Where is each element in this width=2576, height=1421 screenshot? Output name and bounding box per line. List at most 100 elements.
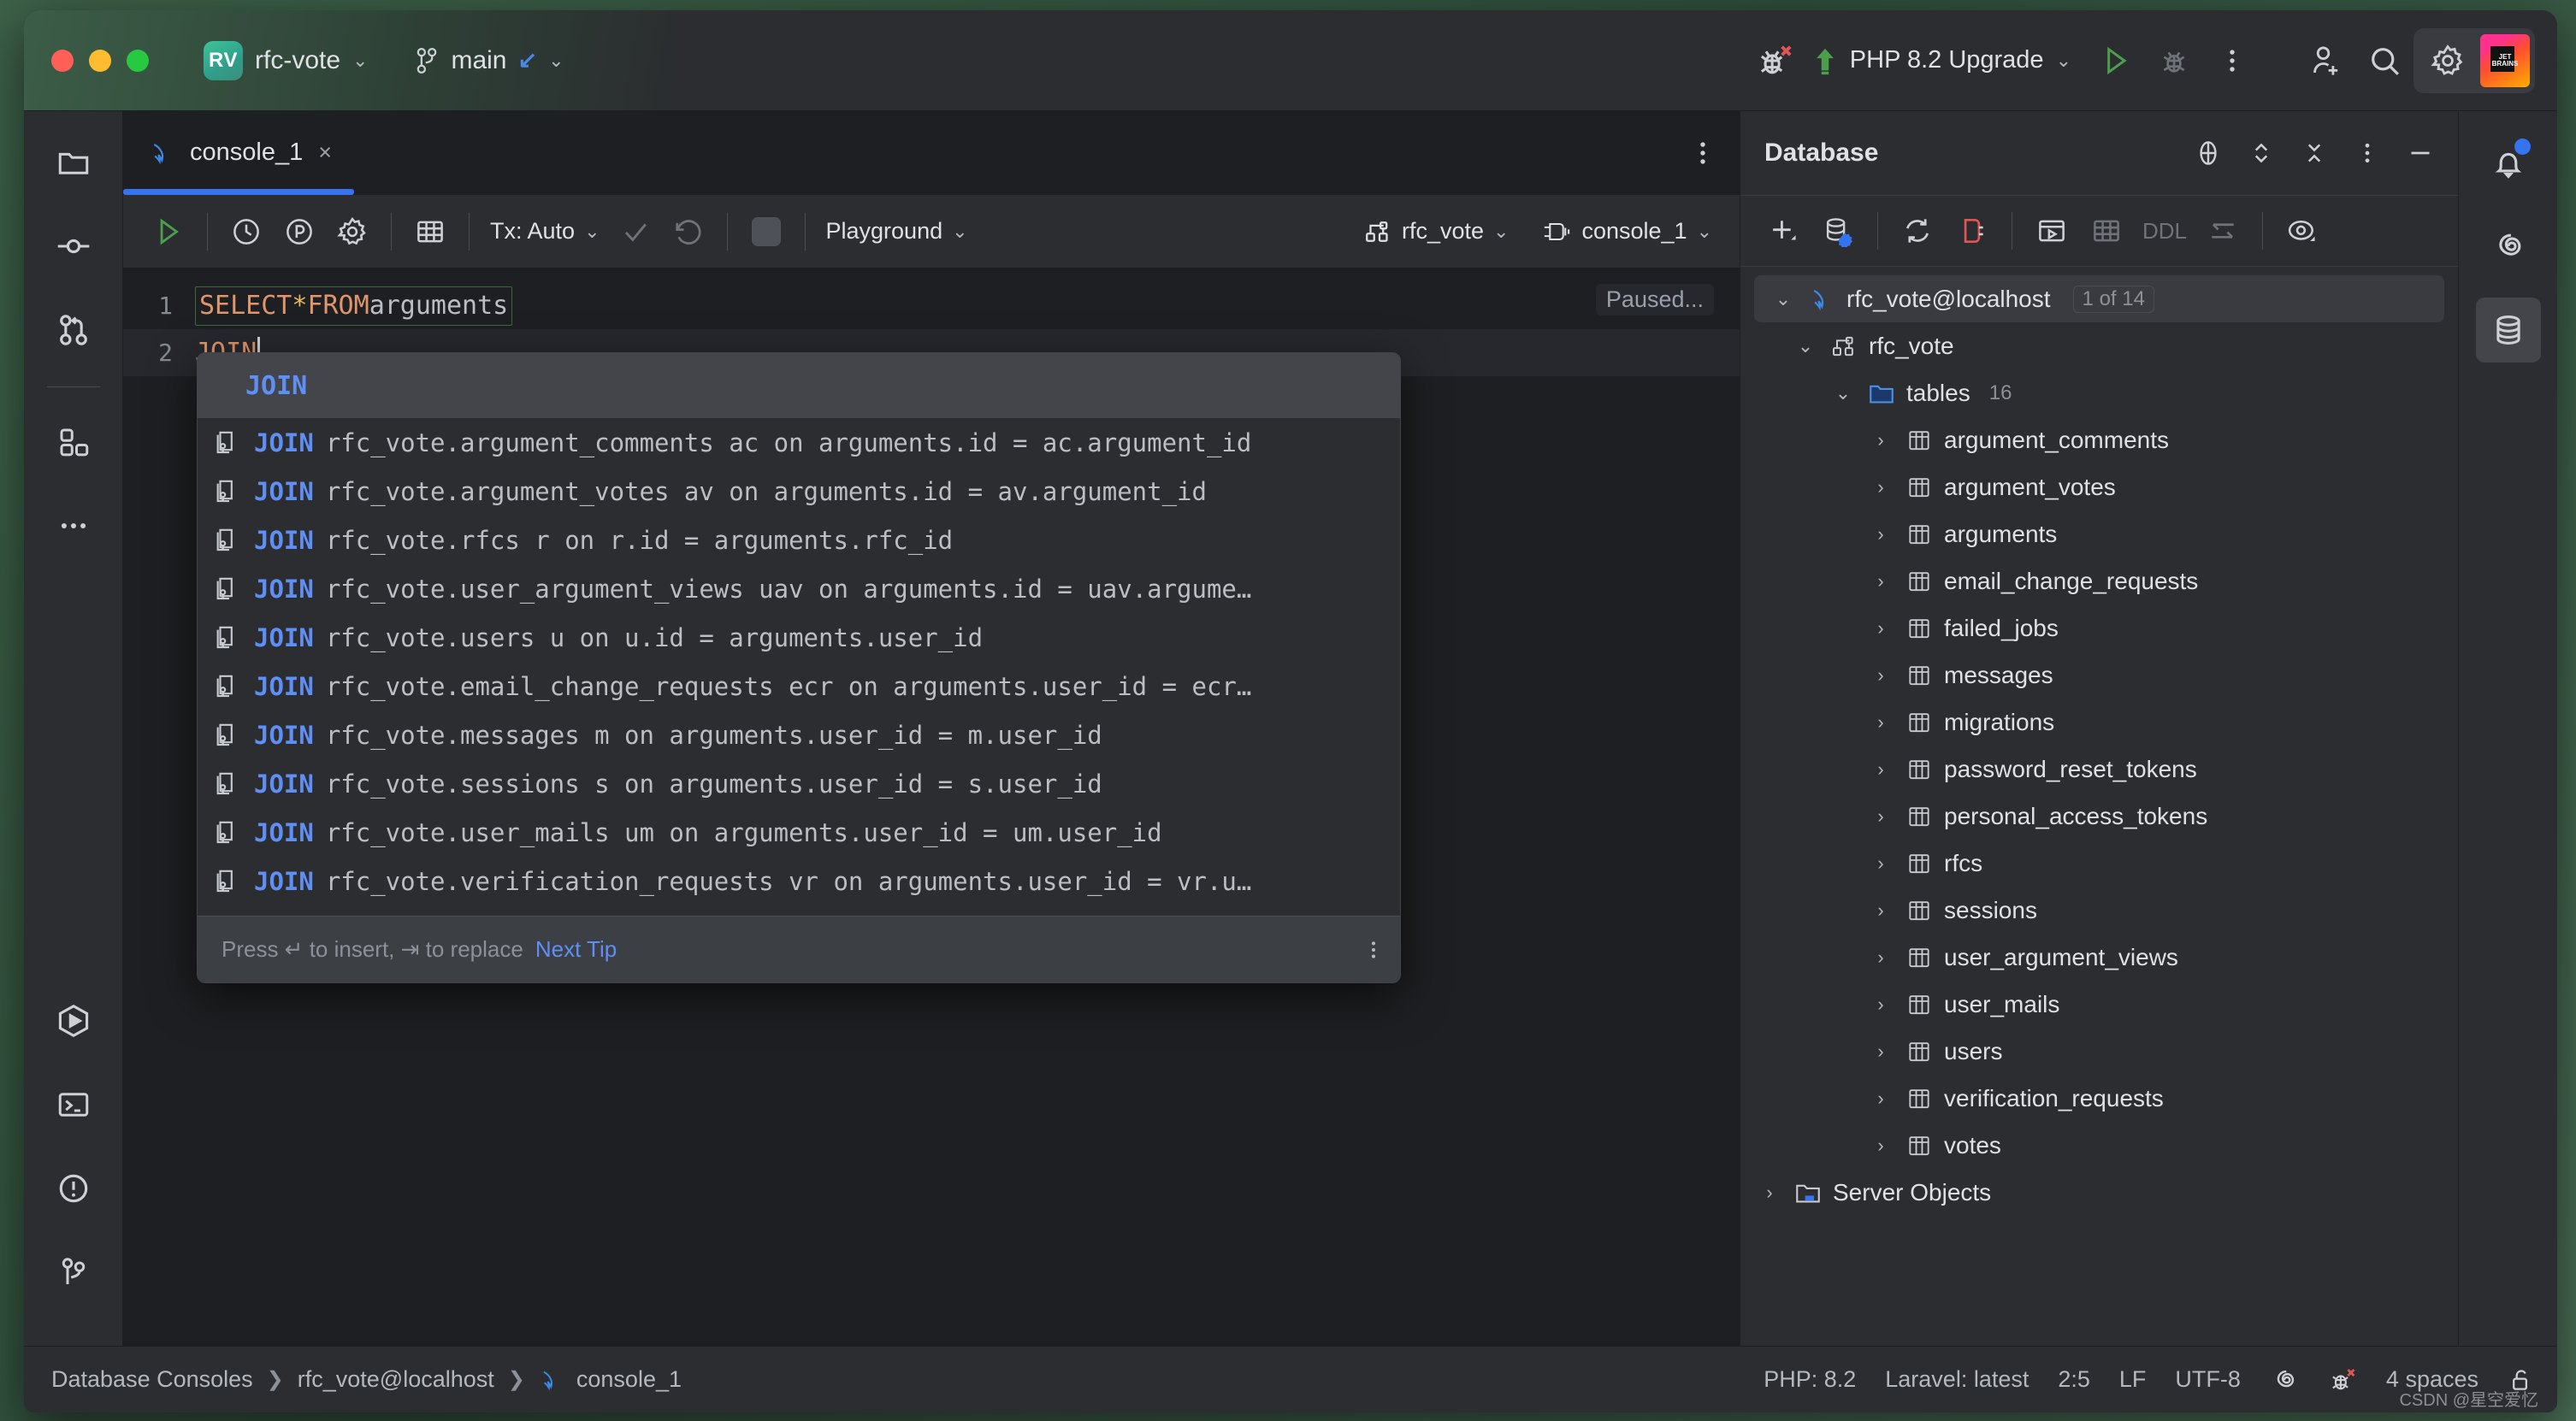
branch-selector[interactable]: main ↙ ⌄ [414, 46, 564, 75]
tree-node-table[interactable]: › sessions [1740, 887, 2458, 934]
session-selector[interactable]: console_1 ⌄ [1533, 218, 1721, 245]
tree-node-table[interactable]: › migrations [1740, 699, 2458, 746]
chevron-right-icon[interactable]: › [1867, 617, 1894, 640]
chevron-down-icon[interactable]: ⌄ [1770, 288, 1797, 310]
tree-node-table[interactable]: › user_mails [1740, 981, 2458, 1028]
breadcrumb-item-1[interactable]: rfc_vote@localhost [298, 1366, 494, 1393]
close-icon[interactable]: × [318, 139, 332, 166]
tree-node-server-objects[interactable]: › Server Objects [1740, 1169, 2458, 1216]
tree-node-table[interactable]: › argument_comments [1740, 416, 2458, 463]
more-vertical-icon[interactable] [2342, 127, 2393, 179]
completion-item[interactable]: JOIN rfc_vote.rfcs r on r.id = arguments… [198, 516, 1400, 564]
search-icon[interactable] [2355, 32, 2414, 90]
php-version[interactable]: PHP: 8.2 [1764, 1366, 1856, 1393]
transaction-mode-selector[interactable]: Tx: Auto ⌄ [482, 218, 609, 245]
close-window-button[interactable] [51, 49, 74, 72]
chevron-right-icon[interactable]: › [1867, 476, 1894, 498]
sidebar-item-plugins[interactable] [41, 410, 106, 475]
tab-console_1[interactable]: console_1 × [123, 111, 354, 195]
completion-item[interactable]: JOIN rfc_vote.verification_requests vr o… [198, 857, 1400, 905]
tree-node-table[interactable]: › personal_access_tokens [1740, 793, 2458, 840]
sidebar-item-project[interactable] [41, 130, 106, 195]
breadcrumb-item-0[interactable]: Database Consoles [51, 1366, 253, 1393]
chevron-right-icon[interactable]: › [1867, 711, 1894, 734]
tree-node-table[interactable]: › users [1740, 1028, 2458, 1075]
chevron-right-icon[interactable]: › [1867, 852, 1894, 875]
table-icon[interactable] [2079, 203, 2134, 258]
tree-node-table[interactable]: › user_argument_views [1740, 934, 2458, 981]
caret-position[interactable]: 2:5 [2058, 1366, 2090, 1393]
tree-node-table[interactable]: › rfcs [1740, 840, 2458, 887]
code-completion-popup[interactable]: JOIN JOIN rfc_vote.argument_comments ac … [197, 352, 1401, 983]
sidebar-item-problems[interactable] [41, 1156, 106, 1221]
breadcrumb-item-2[interactable]: console_1 [576, 1366, 682, 1393]
collapse-all-icon[interactable] [2289, 127, 2340, 179]
schema-selector[interactable]: Playground ⌄ [818, 218, 977, 245]
more-vertical-icon[interactable] [2203, 32, 2261, 90]
add-icon[interactable] [1756, 203, 1811, 258]
tree-node-table[interactable]: › password_reset_tokens [1740, 746, 2458, 793]
jetbrains-icon[interactable]: JET BRAINS [2480, 33, 2530, 87]
tree-node-table[interactable]: › messages [1740, 652, 2458, 699]
completion-item[interactable]: JOIN rfc_vote.user_argument_views uav on… [198, 564, 1400, 613]
completion-item-list[interactable]: JOIN rfc_vote.argument_comments ac on ar… [198, 418, 1400, 916]
tree-node-table[interactable]: › arguments [1740, 510, 2458, 557]
run-configuration-selector[interactable]: PHP 8.2 Upgrade ⌄ [1812, 46, 2071, 75]
stop-icon[interactable] [740, 205, 793, 258]
bug-x-icon[interactable] [2328, 1365, 2357, 1394]
completion-item[interactable]: JOIN rfc_vote.messages m on arguments.us… [198, 710, 1400, 759]
tree-node-schema[interactable]: ⌄ rfc_vote [1740, 322, 2458, 369]
sidebar-item-notifications[interactable] [2476, 130, 2541, 195]
tree-node-table[interactable]: › email_change_requests [1740, 557, 2458, 604]
spiral-icon[interactable] [2270, 1365, 2299, 1394]
chevron-down-icon[interactable]: ⌄ [1792, 335, 1819, 357]
sidebar-item-version-control[interactable] [41, 1240, 106, 1305]
database-selector[interactable]: rfc_vote ⌄ [1355, 217, 1517, 246]
sidebar-item-more[interactable] [41, 493, 106, 558]
console-settings-icon[interactable] [326, 205, 379, 258]
line-separator[interactable]: LF [2119, 1366, 2147, 1393]
completion-item[interactable]: JOIN rfc_vote.sessions s on arguments.us… [198, 759, 1400, 808]
ddl-button[interactable]: DDL [2134, 218, 2195, 245]
history-icon[interactable] [220, 205, 273, 258]
chevron-right-icon[interactable]: › [1867, 523, 1894, 545]
chevron-right-icon[interactable]: › [1867, 1041, 1894, 1063]
sidebar-item-pull-requests[interactable] [41, 298, 106, 363]
chevron-right-icon[interactable]: › [1756, 1182, 1783, 1204]
tree-node-table[interactable]: › votes [1740, 1122, 2458, 1169]
expand-collapse-icon[interactable] [2236, 127, 2287, 179]
chevron-right-icon[interactable]: › [1867, 1088, 1894, 1110]
database-tree[interactable]: ⌄ rfc_vote@localhost 1 of 14 ⌄ rfc_vote ⌄ tabl… [1740, 267, 2458, 1346]
gear-icon[interactable] [2419, 32, 2477, 90]
laravel-version[interactable]: Laravel: latest [1885, 1366, 2029, 1393]
refresh-icon[interactable] [1890, 203, 1945, 258]
commit-icon[interactable] [609, 205, 662, 258]
chevron-right-icon[interactable]: › [1867, 664, 1894, 687]
open-console-icon[interactable] [2024, 203, 2079, 258]
completion-item[interactable]: JOIN rfc_vote.argument_votes av on argum… [198, 467, 1400, 516]
completion-item[interactable]: JOIN rfc_vote.users u on u.id = argument… [198, 613, 1400, 662]
chevron-right-icon[interactable]: › [1867, 805, 1894, 828]
data-source-properties-icon[interactable] [1811, 203, 1865, 258]
parameters-icon[interactable] [273, 205, 326, 258]
tree-node-table[interactable]: › failed_jobs [1740, 604, 2458, 652]
table-icon[interactable] [404, 205, 457, 258]
more-vertical-icon[interactable] [1362, 939, 1385, 961]
hide-panel-icon[interactable] [2395, 127, 2446, 179]
chevron-right-icon[interactable]: › [1867, 994, 1894, 1016]
project-selector[interactable]: RV rfc-vote ⌄ [204, 40, 368, 80]
chevron-right-icon[interactable]: › [1867, 570, 1894, 593]
completion-selected-item[interactable]: JOIN [198, 353, 1400, 418]
preview-icon[interactable] [2275, 203, 2330, 258]
jump-to-icon[interactable] [2195, 203, 2250, 258]
chevron-right-icon[interactable]: › [1867, 758, 1894, 781]
zoom-window-button[interactable] [127, 49, 149, 72]
next-tip-link[interactable]: Next Tip [535, 936, 617, 963]
disconnect-icon[interactable] [1945, 203, 2000, 258]
rollback-icon[interactable] [662, 205, 715, 258]
minimize-window-button[interactable] [89, 49, 111, 72]
debug-button[interactable] [2145, 32, 2203, 90]
chevron-right-icon[interactable]: › [1867, 429, 1894, 451]
sidebar-item-commit[interactable] [41, 214, 106, 279]
completion-item[interactable]: JOIN rfc_vote.email_change_requests ecr … [198, 662, 1400, 710]
